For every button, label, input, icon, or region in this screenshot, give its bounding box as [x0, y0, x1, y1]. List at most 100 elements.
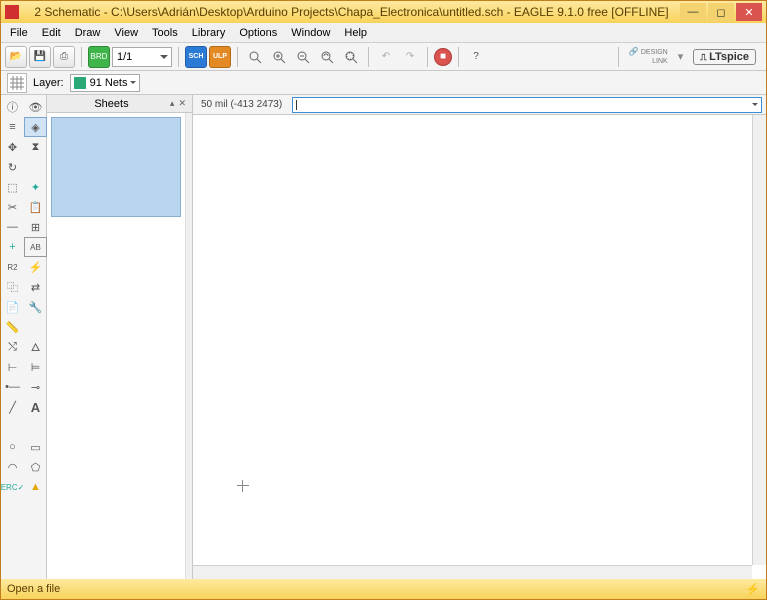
- sheet-selector[interactable]: 1/1: [112, 47, 172, 67]
- menu-help[interactable]: Help: [337, 25, 374, 41]
- group-tool[interactable]: ⬚: [1, 177, 24, 197]
- separator: [427, 47, 428, 67]
- bus-tool[interactable]: ⊨: [24, 357, 47, 377]
- zoom-redraw-button[interactable]: [316, 46, 338, 68]
- menu-window[interactable]: Window: [284, 25, 337, 41]
- run-ulp-button[interactable]: ULP: [209, 46, 231, 68]
- menubar: File Edit Draw View Tools Library Option…: [1, 23, 766, 43]
- errors-tool[interactable]: ▲: [24, 477, 47, 497]
- zoom-fit-button[interactable]: [244, 46, 266, 68]
- pin-tool[interactable]: +: [1, 237, 24, 257]
- net-tool[interactable]: ⊢: [1, 357, 24, 377]
- grid-button[interactable]: [7, 73, 27, 93]
- sheets-collapse-icon[interactable]: ▴: [170, 98, 175, 109]
- polygon-tool[interactable]: ⬠: [24, 457, 47, 477]
- left-toolbox: ⓘ 👁 ≡ ◈ ✥ ⧗ ↻ ⬚ ✦ ✂ 📋 — ⊞ + AB R2 ⚡ ⿻ ⇄ …: [1, 95, 47, 579]
- separator: [368, 47, 369, 67]
- blank: [1, 417, 24, 437]
- menu-view[interactable]: View: [107, 25, 145, 41]
- separator: [178, 47, 179, 67]
- stop-button[interactable]: ■: [434, 48, 452, 66]
- close-button[interactable]: ✕: [736, 3, 762, 21]
- coordinate-bar: 50 mil (-413 2473): [193, 95, 766, 115]
- canvas-wrap: 50 mil (-413 2473): [193, 95, 766, 579]
- erc-tool[interactable]: ERC✓: [1, 477, 24, 497]
- main-toolbar: 📂 💾 ⎙ BRD 1/1 SCH ULP ↶ ↷ ■ ? 🔗 DESIGNLI…: [1, 43, 766, 71]
- copy-tool[interactable]: ⿻: [1, 277, 24, 297]
- dimension-tool[interactable]: 📏: [1, 317, 24, 337]
- print-button[interactable]: ⎙: [53, 46, 75, 68]
- wrench-tool[interactable]: 🔧: [24, 297, 47, 317]
- menu-file[interactable]: File: [3, 25, 35, 41]
- sheets-body: [47, 113, 192, 579]
- redo-button[interactable]: ↷: [399, 46, 421, 68]
- gate-tool[interactable]: 🜂: [24, 337, 47, 357]
- app-window: 2 Schematic - C:\Users\Adrián\Desktop\Ar…: [0, 0, 767, 600]
- menu-draw[interactable]: Draw: [68, 25, 108, 41]
- schematic-canvas[interactable]: [193, 115, 766, 579]
- replace-tool[interactable]: ⤭: [1, 337, 24, 357]
- info-tool[interactable]: ⓘ: [1, 97, 24, 117]
- blank: [24, 157, 47, 177]
- layers-tool[interactable]: ≡: [1, 117, 24, 137]
- menu-tools[interactable]: Tools: [145, 25, 185, 41]
- ltspice-icon[interactable]: ⎍ LTspice: [693, 49, 756, 65]
- show-tool[interactable]: 👁: [24, 97, 47, 117]
- zoom-in-button[interactable]: [268, 46, 290, 68]
- minimize-button[interactable]: —: [680, 3, 706, 21]
- save-button[interactable]: 💾: [29, 46, 51, 68]
- sheets-scrollbar[interactable]: [185, 113, 192, 579]
- horizontal-scrollbar[interactable]: [193, 565, 752, 579]
- menu-library[interactable]: Library: [185, 25, 233, 41]
- delete-tool[interactable]: —: [1, 217, 24, 237]
- vertical-scrollbar[interactable]: [752, 115, 766, 565]
- zoom-out-button[interactable]: [292, 46, 314, 68]
- rect-tool[interactable]: ▭: [24, 437, 47, 457]
- menu-edit[interactable]: Edit: [35, 25, 68, 41]
- invoke-tool[interactable]: 📄: [1, 297, 24, 317]
- layer-swatch: [74, 77, 86, 89]
- coord-readout: 50 mil (-413 2473): [197, 99, 286, 110]
- name-tool[interactable]: AB: [24, 237, 47, 257]
- maximize-button[interactable]: ◻: [708, 3, 734, 21]
- gateswap-tool[interactable]: ⇄: [24, 277, 47, 297]
- open-button[interactable]: 📂: [5, 46, 27, 68]
- mirror-tool[interactable]: ⧗: [24, 137, 47, 157]
- line-tool[interactable]: ╱: [1, 397, 24, 417]
- sheets-header: Sheets ▴ ✕: [47, 95, 192, 113]
- text-tool[interactable]: A: [24, 397, 47, 417]
- switch-sch-button[interactable]: SCH: [185, 46, 207, 68]
- smash-tool[interactable]: ⚡: [24, 257, 47, 277]
- sheet-selector-value: 1/1: [117, 51, 132, 63]
- cut-tool[interactable]: ✂: [1, 197, 24, 217]
- status-text: Open a file: [7, 583, 60, 595]
- help-button[interactable]: ?: [465, 46, 487, 68]
- statusbar: Open a file ⚡: [1, 579, 766, 599]
- zoom-select-button[interactable]: [340, 46, 362, 68]
- arc-tool[interactable]: ◠: [1, 457, 24, 477]
- rotate-tool[interactable]: ↻: [1, 157, 24, 177]
- paste-tool[interactable]: 📋: [24, 197, 47, 217]
- label-tool[interactable]: ⊸: [24, 377, 47, 397]
- junction-tool[interactable]: •—: [1, 377, 24, 397]
- cam-button[interactable]: BRD: [88, 46, 110, 68]
- bolt-icon: ⚡: [745, 582, 760, 596]
- design-link-icon[interactable]: 🔗 DESIGNLINK: [629, 48, 668, 66]
- change-tool[interactable]: ✦: [24, 177, 47, 197]
- circle-tool[interactable]: ○: [1, 437, 24, 457]
- sheets-close-icon[interactable]: ✕: [178, 98, 186, 109]
- cursor-crosshair-icon: [237, 480, 249, 492]
- move-tool[interactable]: ✥: [1, 137, 24, 157]
- add-tool[interactable]: ⊞: [24, 217, 47, 237]
- separator: [458, 47, 459, 67]
- layer-selector[interactable]: 91 Nets: [70, 74, 140, 92]
- window-title: 2 Schematic - C:\Users\Adrián\Desktop\Ar…: [25, 5, 678, 19]
- mark-tool[interactable]: ◈: [24, 117, 47, 137]
- undo-button[interactable]: ↶: [375, 46, 397, 68]
- separator: [237, 47, 238, 67]
- command-input[interactable]: [292, 97, 762, 113]
- value-tool[interactable]: R2: [1, 257, 24, 277]
- sheet-thumbnail[interactable]: [51, 117, 181, 217]
- menu-options[interactable]: Options: [232, 25, 284, 41]
- app-icon: [5, 5, 19, 19]
